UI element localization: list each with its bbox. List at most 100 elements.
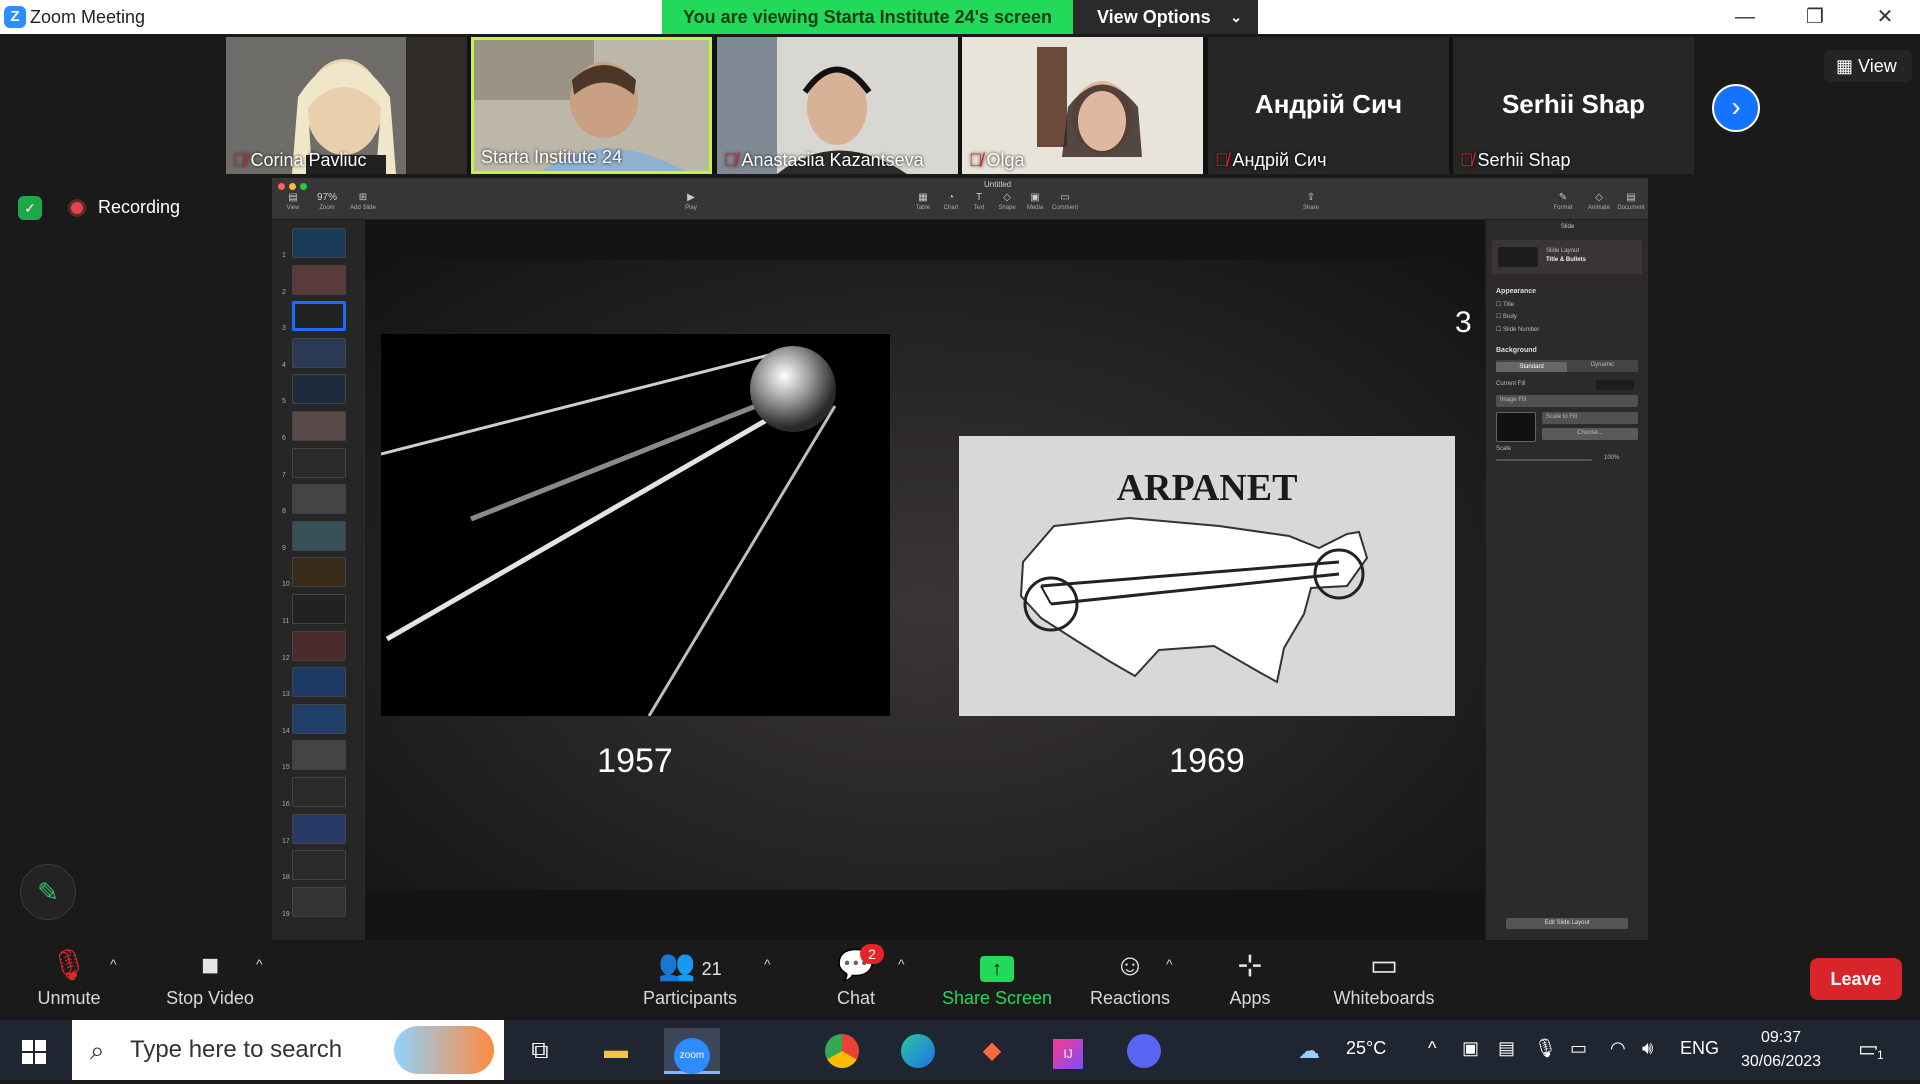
participant-tile-active-speaker[interactable]: Starta Institute 24 [471,37,712,174]
close-dot-icon [278,183,285,190]
view-button[interactable]: ▦ View [1824,50,1912,82]
view-options-button[interactable]: View Options ⌄ [1073,0,1258,34]
slide-number: 3 [1455,306,1472,339]
mic-muted-icon: 🎙̸ [233,150,247,170]
mic-muted-icon: 🎙︎ [49,949,89,982]
next-page-arrow-icon[interactable]: › [1712,84,1760,132]
participant-tile[interactable]: Андрій Сич 🎙̸ Андрій Сич [1208,37,1449,174]
slide-thumbnail-number: 3 [282,325,286,333]
chrome-icon[interactable] [814,1028,870,1074]
slide-thumbnail-number: 1 [282,252,286,259]
participants-button[interactable]: 👥 21 Participants [640,940,740,1020]
check-body: ☐ Body [1496,314,1517,320]
participant-name: 🎙̸ Андрій Сич [1215,150,1327,170]
check-slide-number: ☐ Slide Number [1496,327,1540,333]
chat-caret-icon[interactable]: ^ [898,956,905,972]
check-title: ☐ Title [1496,302,1515,308]
weather-temp[interactable]: 25°C [1346,1038,1386,1059]
file-explorer-icon[interactable]: ▬ [588,1028,644,1074]
slide-thumbnail-number: 5 [282,398,286,406]
minimize-icon[interactable]: — [1710,0,1780,34]
restore-icon[interactable]: ❐ [1780,0,1850,34]
app-diamond-icon[interactable]: ◆ [964,1028,1020,1074]
slide-3: 3 1957 ARPANET 1969 [365,260,1485,890]
inspector-tab: Slide [1560,224,1575,230]
leave-button[interactable]: Leave [1810,958,1902,1000]
slide-thumbnail-number: 8 [282,508,286,516]
tb-document: ▤ Document [1617,192,1645,211]
tb-share: ⇪ Share [1302,192,1319,211]
battery-icon[interactable]: ▭ [1570,1038,1587,1059]
language-indicator[interactable]: ENG [1680,1038,1719,1059]
slide-thumbnail [292,740,346,771]
bg-standard: Standard [1496,362,1567,372]
share-banner: You are viewing Starta Institute 24's sc… [662,0,1073,34]
tray-mic-icon[interactable]: 🎙︎ [1534,1038,1557,1059]
slide-thumbnail [292,447,346,478]
wifi-icon[interactable]: ◠ [1610,1038,1626,1059]
audio-options-caret-icon[interactable]: ^ [110,956,117,972]
taskbar-search-input[interactable]: ⌕ Type here to search [72,1020,504,1080]
participant-tile[interactable]: 🎙̸ Olga [962,37,1203,174]
whiteboards-button[interactable]: ▭ Whiteboards [1326,940,1442,1020]
annotate-pencil-icon[interactable]: ✎ [20,864,76,920]
tray-chevron-up-icon[interactable]: ^ [1428,1038,1436,1059]
shared-screen[interactable]: Untitled ▤ View 97% Zoom ⊞ Add Slide ▶ Play … [272,178,1648,940]
whiteboard-icon: ▭ [1369,949,1399,982]
zoom-dot-icon [300,183,307,190]
video-options-caret-icon[interactable]: ^ [256,956,263,972]
tray-meet-icon[interactable]: ▣ [1462,1038,1479,1059]
arpanet-map: ARPANET [959,436,1455,716]
mic-muted-icon: 🎙̸ [724,150,738,170]
sputnik-image [381,334,890,716]
share-screen-button[interactable]: ↑ Share Screen [936,940,1058,1020]
window-titlebar: Z Zoom Meeting You are viewing Starta In… [0,0,1920,34]
clock[interactable]: 09:37 30/06/2023 [1736,1026,1826,1074]
volume-icon[interactable]: 🔊︎ [1642,1038,1653,1059]
participant-name: 🎙̸ Serhii Shap [1460,150,1571,170]
slide-thumbnail [292,264,346,295]
slide-thumbnail-number: 4 [282,361,286,369]
slide-thumbnail [292,594,346,624]
shield-icon[interactable]: ✓ [18,196,42,220]
tb-view: ▤ View [286,192,300,211]
participant-tile[interactable]: 🎙̸ Corina Pavliuc [226,37,467,174]
fill-swatch [1596,380,1634,390]
participant-display-name: Андрій Сич [1254,89,1403,119]
edge-icon[interactable] [890,1028,946,1074]
reactions-caret-icon[interactable]: ^ [1166,956,1173,972]
intellij-icon[interactable]: IJ [1040,1028,1096,1074]
scale-value: 100% [1604,455,1620,461]
tb-add-slide: ⊞ Add Slide [350,192,376,211]
window-title: Zoom Meeting [30,7,146,27]
participants-caret-icon[interactable]: ^ [764,956,771,972]
stop-video-button[interactable]: ■ Stop Video [160,940,260,1020]
meeting-controls: 🎙︎ Unmute ^ ■ Stop Video ^ 👥 21 Participa… [0,940,1920,1020]
discord-icon[interactable] [1116,1028,1172,1074]
tb-comment: ▭ Comment [1051,192,1078,211]
slide-thumbnail [292,777,346,807]
windows-start-icon[interactable] [22,1040,46,1064]
unmute-button[interactable]: 🎙︎ Unmute [30,940,108,1020]
scale-mode-value: Scale to Fill [1546,414,1578,420]
notification-center-icon[interactable]: ▭ 1 [1858,1036,1887,1062]
slide-thumbnail-number: 12 [282,654,290,662]
slide-thumbnail [292,301,346,332]
close-icon[interactable]: ✕ [1850,0,1920,34]
slide-thumbnail [292,557,346,588]
participant-tile[interactable]: Serhii Shap 🎙̸ Serhii Shap [1453,37,1694,174]
weather-cloud-icon[interactable]: ☁ [1298,1038,1320,1064]
appearance-heading: Appearance [1496,288,1537,295]
tray-monitor-icon[interactable]: ▤ [1498,1038,1515,1059]
slide-thumbnail [292,520,346,551]
zoom-taskbar-icon[interactable]: zoom [664,1028,720,1074]
apps-button[interactable]: ⊹ Apps [1222,940,1278,1020]
slide-thumbnail-number: 9 [282,544,286,552]
share-screen-icon: ↑ [936,940,1058,988]
slide-thumbnail [292,337,346,368]
fill-type-value: Image Fill [1500,397,1527,403]
task-view-icon[interactable]: ⧉ [512,1028,568,1074]
participant-name: 🎙̸ Olga [969,150,1025,170]
participant-tile[interactable]: 🎙̸ Anastasiia Kazantseva [717,37,958,174]
reactions-button[interactable]: ☺ Reactions [1086,940,1174,1020]
